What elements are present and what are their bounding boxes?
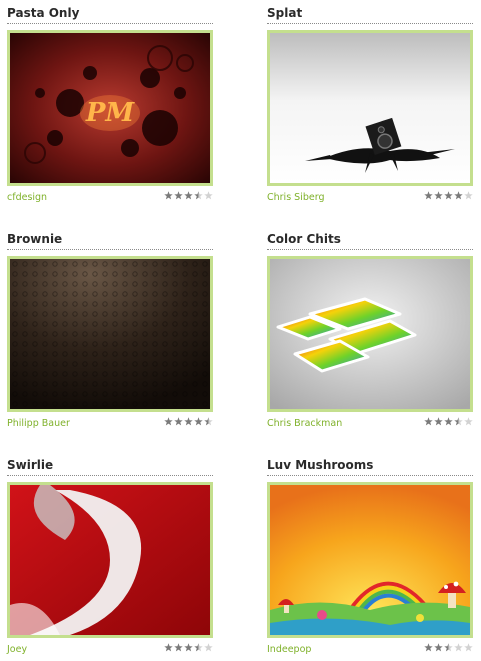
rating-stars bbox=[424, 643, 473, 653]
star-icon bbox=[444, 643, 453, 652]
star-icon bbox=[174, 191, 183, 200]
star-icon bbox=[184, 191, 193, 200]
rating-stars bbox=[164, 191, 213, 201]
star-icon bbox=[424, 417, 433, 426]
wallpaper-thumbnail-luv-mushrooms[interactable] bbox=[267, 482, 473, 638]
star-icon bbox=[204, 643, 213, 652]
rating-stars bbox=[424, 417, 473, 427]
swirlie-image bbox=[10, 485, 210, 635]
star-icon bbox=[464, 643, 473, 652]
star-icon bbox=[434, 417, 443, 426]
wallpaper-title: Pasta Only bbox=[7, 0, 213, 24]
star-icon bbox=[194, 417, 203, 426]
star-icon bbox=[444, 191, 453, 200]
author-link[interactable]: Joey bbox=[7, 644, 27, 655]
star-icon bbox=[454, 417, 463, 426]
star-icon bbox=[464, 191, 473, 200]
author-link[interactable]: Philipp Bauer bbox=[7, 418, 70, 429]
star-icon bbox=[194, 191, 203, 200]
brownie-image bbox=[10, 259, 210, 409]
star-icon bbox=[444, 417, 453, 426]
wallpaper-title: Brownie bbox=[7, 226, 213, 250]
rating-stars bbox=[164, 643, 213, 653]
wallpaper-thumbnail-color-chits[interactable] bbox=[267, 256, 473, 412]
star-icon bbox=[184, 643, 193, 652]
splat-image bbox=[270, 33, 470, 183]
star-icon bbox=[424, 643, 433, 652]
svg-text:PM: PM bbox=[85, 98, 136, 128]
wallpaper-thumbnail-splat[interactable] bbox=[267, 30, 473, 186]
pasta-only-image: PM bbox=[10, 33, 210, 183]
star-icon bbox=[164, 417, 173, 426]
star-icon bbox=[454, 643, 463, 652]
star-icon bbox=[204, 417, 213, 426]
star-icon bbox=[164, 191, 173, 200]
rating-stars bbox=[424, 191, 473, 201]
author-link[interactable]: Chris Siberg bbox=[267, 192, 324, 203]
wallpaper-thumbnail-brownie[interactable] bbox=[7, 256, 213, 412]
wallpaper-title: Splat bbox=[267, 0, 473, 24]
star-icon bbox=[174, 643, 183, 652]
star-icon bbox=[194, 643, 203, 652]
rating-stars bbox=[164, 417, 213, 427]
luv-mushrooms-image bbox=[270, 485, 470, 635]
star-icon bbox=[164, 643, 173, 652]
wallpaper-thumbnail-swirlie[interactable] bbox=[7, 482, 213, 638]
author-link[interactable]: cfdesign bbox=[7, 192, 47, 203]
wallpaper-title: Swirlie bbox=[7, 452, 213, 476]
star-icon bbox=[174, 417, 183, 426]
star-icon bbox=[464, 417, 473, 426]
wallpaper-title: Luv Mushrooms bbox=[267, 452, 473, 476]
color-chits-image bbox=[270, 259, 470, 409]
star-icon bbox=[184, 417, 193, 426]
star-icon bbox=[424, 191, 433, 200]
author-link[interactable]: Chris Brackman bbox=[267, 418, 342, 429]
wallpaper-thumbnail-pasta-only[interactable]: PM bbox=[7, 30, 213, 186]
star-icon bbox=[204, 191, 213, 200]
star-icon bbox=[434, 643, 443, 652]
star-icon bbox=[434, 191, 443, 200]
wallpaper-title: Color Chits bbox=[267, 226, 473, 250]
star-icon bbox=[454, 191, 463, 200]
author-link[interactable]: Indeepop bbox=[267, 644, 311, 655]
